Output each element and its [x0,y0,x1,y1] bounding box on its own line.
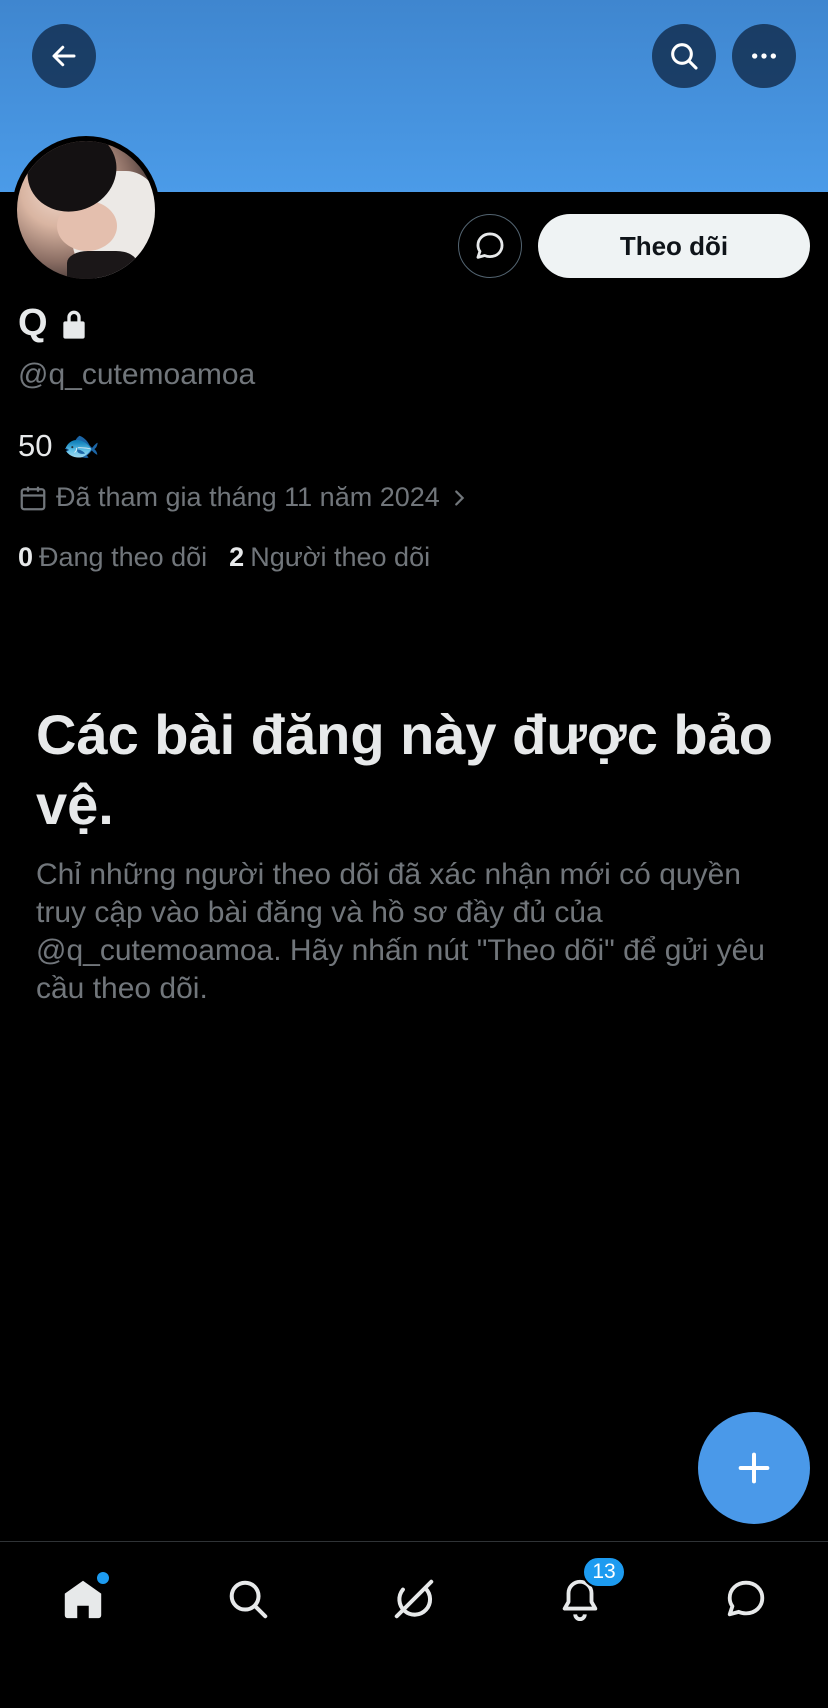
nav-messages[interactable] [686,1564,806,1634]
bottom-navigation: 13 [0,1541,828,1708]
search-button[interactable] [652,24,716,88]
arrow-left-icon [52,45,76,67]
nav-home[interactable] [23,1564,143,1634]
join-date[interactable]: Đã tham gia tháng 11 năm 2024 [18,482,470,513]
notifications-badge: 13 [582,1556,626,1588]
protected-title: Các bài đăng này được bảo vệ. [36,703,773,836]
bio: 50 🐟 [18,428,100,464]
compose-post-button[interactable] [698,1412,810,1524]
nav-search[interactable] [188,1564,308,1634]
plus-icon [738,1452,770,1484]
more-options-button[interactable] [732,24,796,88]
chevron-right-icon [454,489,464,506]
user-handle: @q_cutemoamoa [18,358,256,391]
calendar-icon [20,486,46,510]
bio-text: 50 [18,428,53,463]
more-horizontal-icon [752,53,776,59]
follow-stats: 0 Đang theo dõi 2 Người theo dõi [18,542,430,573]
following-label: Đang theo dõi [39,542,208,572]
following-link[interactable]: 0 Đang theo dõi [18,542,207,573]
fish-emoji: 🐟 [62,429,100,463]
avatar[interactable] [12,136,160,284]
nav-grok[interactable] [354,1564,474,1634]
search-icon [671,43,698,70]
back-button[interactable] [32,24,96,88]
protected-description: Chỉ những người theo dõi đã xác nhận mới… [36,858,765,1005]
message-button[interactable] [458,214,522,278]
display-name-text: Q [18,302,48,344]
join-date-text: Đã tham gia tháng 11 năm 2024 [56,482,440,512]
grok-icon [394,1579,434,1619]
followers-count: 2 [229,542,245,572]
follow-button[interactable]: Theo dõi [538,214,810,278]
chat-icon [727,1580,765,1617]
search-icon [229,1580,268,1619]
nav-notifications[interactable]: 13 [520,1556,640,1634]
followers-link[interactable]: 2 Người theo dõi [229,542,430,573]
following-count: 0 [18,542,34,572]
avatar-image [17,141,155,279]
display-name: Q [18,302,88,345]
followers-label: Người theo dõi [250,542,431,572]
chat-bubble-icon [476,232,504,259]
home-unread-dot [97,1572,109,1584]
lock-icon [62,310,85,339]
